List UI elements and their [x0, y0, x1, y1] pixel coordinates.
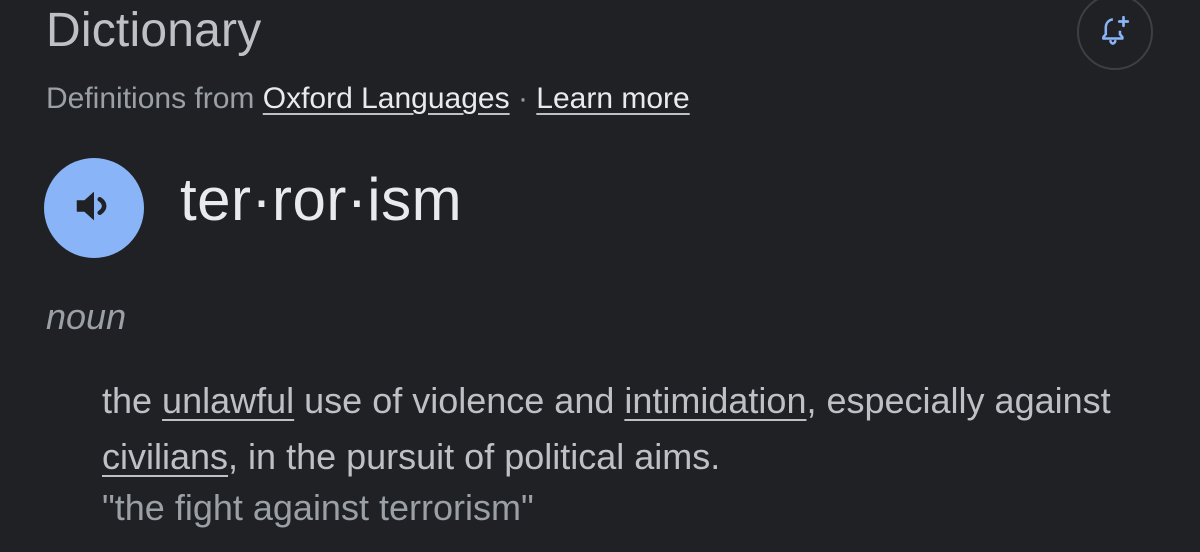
- definition-text: the unlawful use of violence and intimid…: [102, 373, 1162, 485]
- part-of-speech: noun: [46, 296, 127, 337]
- speaker-icon: [71, 183, 117, 234]
- oxford-languages-link[interactable]: Oxford Languages: [263, 82, 510, 115]
- headword: ter·ror·ism: [180, 166, 463, 233]
- definition-text-2: use of violence and: [294, 380, 625, 421]
- create-alert-button[interactable]: [1077, 0, 1153, 70]
- bell-plus-icon: [1098, 13, 1132, 52]
- unlawful-link[interactable]: unlawful: [162, 380, 294, 421]
- definition-text-4: , in the pursuit of political aims.: [228, 436, 721, 477]
- definition-text-1: the: [102, 380, 163, 421]
- pronunciation-button[interactable]: [44, 158, 144, 258]
- separator-dot: ·: [517, 82, 528, 115]
- intimidation-link[interactable]: intimidation: [624, 380, 806, 421]
- source-prefix: Definitions from: [46, 82, 255, 115]
- source-line: Definitions from Oxford Languages · Lear…: [46, 80, 690, 118]
- definition-text-3: , especially against: [806, 380, 1111, 421]
- example-sentence: "the fight against terrorism": [102, 487, 534, 528]
- civilians-link[interactable]: civilians: [102, 436, 228, 477]
- learn-more-link[interactable]: Learn more: [536, 82, 689, 115]
- dictionary-title: Dictionary: [46, 4, 262, 57]
